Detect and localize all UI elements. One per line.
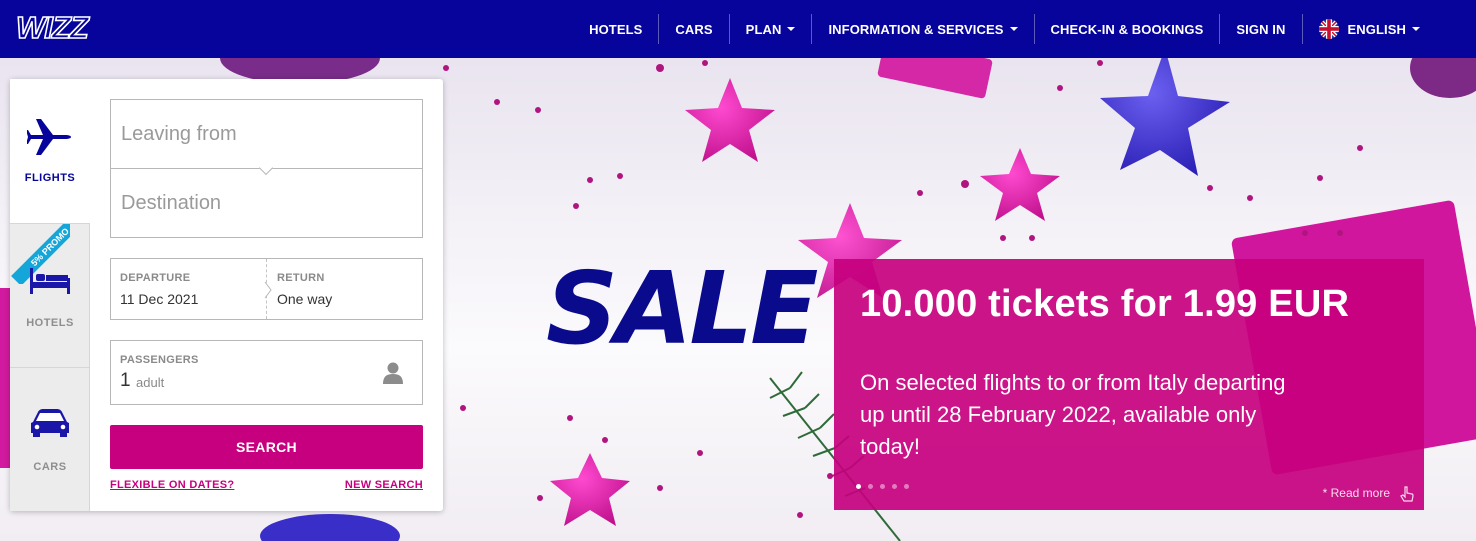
top-navigation-bar: WIZZ HOTELS CARS PLAN INFORMATION & SERV… — [0, 0, 1476, 58]
flexible-on-dates-link[interactable]: FLEXIBLE ON DATES? — [110, 479, 234, 491]
main-nav: HOTELS CARS PLAN INFORMATION & SERVICES … — [573, 0, 1436, 58]
svg-text:WIZZ: WIZZ — [16, 10, 90, 45]
origin-input[interactable]: Leaving from — [111, 100, 422, 168]
destination-input[interactable]: Destination — [111, 169, 422, 237]
nav-information-services[interactable]: INFORMATION & SERVICES — [811, 14, 1033, 44]
nav-language-selector[interactable]: ENGLISH — [1301, 14, 1436, 44]
tab-cars[interactable]: CARS — [10, 367, 90, 511]
car-icon — [31, 409, 69, 437]
plane-icon — [27, 119, 71, 155]
new-search-link[interactable]: NEW SEARCH — [345, 479, 423, 491]
search-button[interactable]: SEARCH — [110, 425, 423, 469]
nav-cars[interactable]: CARS — [658, 14, 728, 44]
passengers-field[interactable]: PASSENGERS 1 adult — [110, 340, 423, 405]
carousel-dot[interactable] — [904, 484, 909, 489]
tab-flights[interactable]: FLIGHTS — [10, 79, 90, 223]
chevron-down-icon — [787, 27, 796, 31]
tab-cars-label: CARS — [33, 461, 67, 473]
destination-placeholder: Destination — [121, 192, 222, 214]
promo-card[interactable]: 10.000 tickets for 1.99 EUR On selected … — [834, 259, 1424, 510]
nav-plan[interactable]: PLAN — [728, 14, 812, 44]
date-fields: DEPARTURE 11 Dec 2021 RETURN One way — [110, 258, 423, 320]
uk-flag-icon — [1318, 19, 1339, 39]
promo-title: 10.000 tickets for 1.99 EUR — [860, 283, 1350, 325]
hand-pointer-icon — [1400, 486, 1414, 502]
origin-placeholder: Leaving from — [121, 123, 237, 145]
passengers-count: 1 — [120, 370, 131, 391]
read-more-link[interactable]: * Read more — [1323, 486, 1390, 500]
departure-date-field[interactable]: DEPARTURE 11 Dec 2021 — [111, 259, 267, 319]
chevron-down-icon — [1009, 27, 1018, 31]
carousel-dot[interactable] — [892, 484, 897, 489]
tab-flights-label: FLIGHTS — [24, 172, 76, 184]
promo-text: On selected flights to or from Italy dep… — [860, 370, 1286, 459]
return-label: RETURN — [277, 272, 325, 284]
tab-hotels[interactable]: 5% PROMO HOTELS — [10, 223, 90, 367]
flight-search-panel: FLIGHTS 5% PROMO HOTELS CARS Leaving fro… — [10, 79, 443, 511]
chevron-down-icon — [1412, 27, 1420, 31]
nav-sign-in[interactable]: SIGN IN — [1219, 14, 1301, 44]
nav-hotels[interactable]: HOTELS — [573, 14, 658, 44]
person-icon — [383, 362, 403, 384]
search-type-tabs: FLIGHTS 5% PROMO HOTELS CARS — [10, 79, 90, 511]
carousel-dot[interactable] — [868, 484, 873, 489]
carousel-dots — [856, 484, 916, 489]
tab-hotels-label: HOTELS — [26, 317, 74, 329]
route-fields: Leaving from Destination — [110, 99, 423, 238]
carousel-dot[interactable] — [856, 484, 861, 489]
return-date-field[interactable]: RETURN One way — [268, 259, 422, 319]
departure-value: 11 Dec 2021 — [120, 291, 199, 307]
return-value: One way — [277, 291, 333, 307]
nav-check-in-bookings[interactable]: CHECK-IN & BOOKINGS — [1033, 14, 1220, 44]
wizz-logo[interactable]: WIZZ — [14, 8, 96, 46]
bed-icon — [30, 268, 70, 294]
passengers-unit: adult — [136, 375, 165, 390]
departure-label: DEPARTURE — [120, 272, 191, 284]
passengers-label: PASSENGERS — [120, 354, 199, 366]
carousel-dot[interactable] — [880, 484, 885, 489]
sale-graphic-text: SALE — [546, 250, 818, 367]
